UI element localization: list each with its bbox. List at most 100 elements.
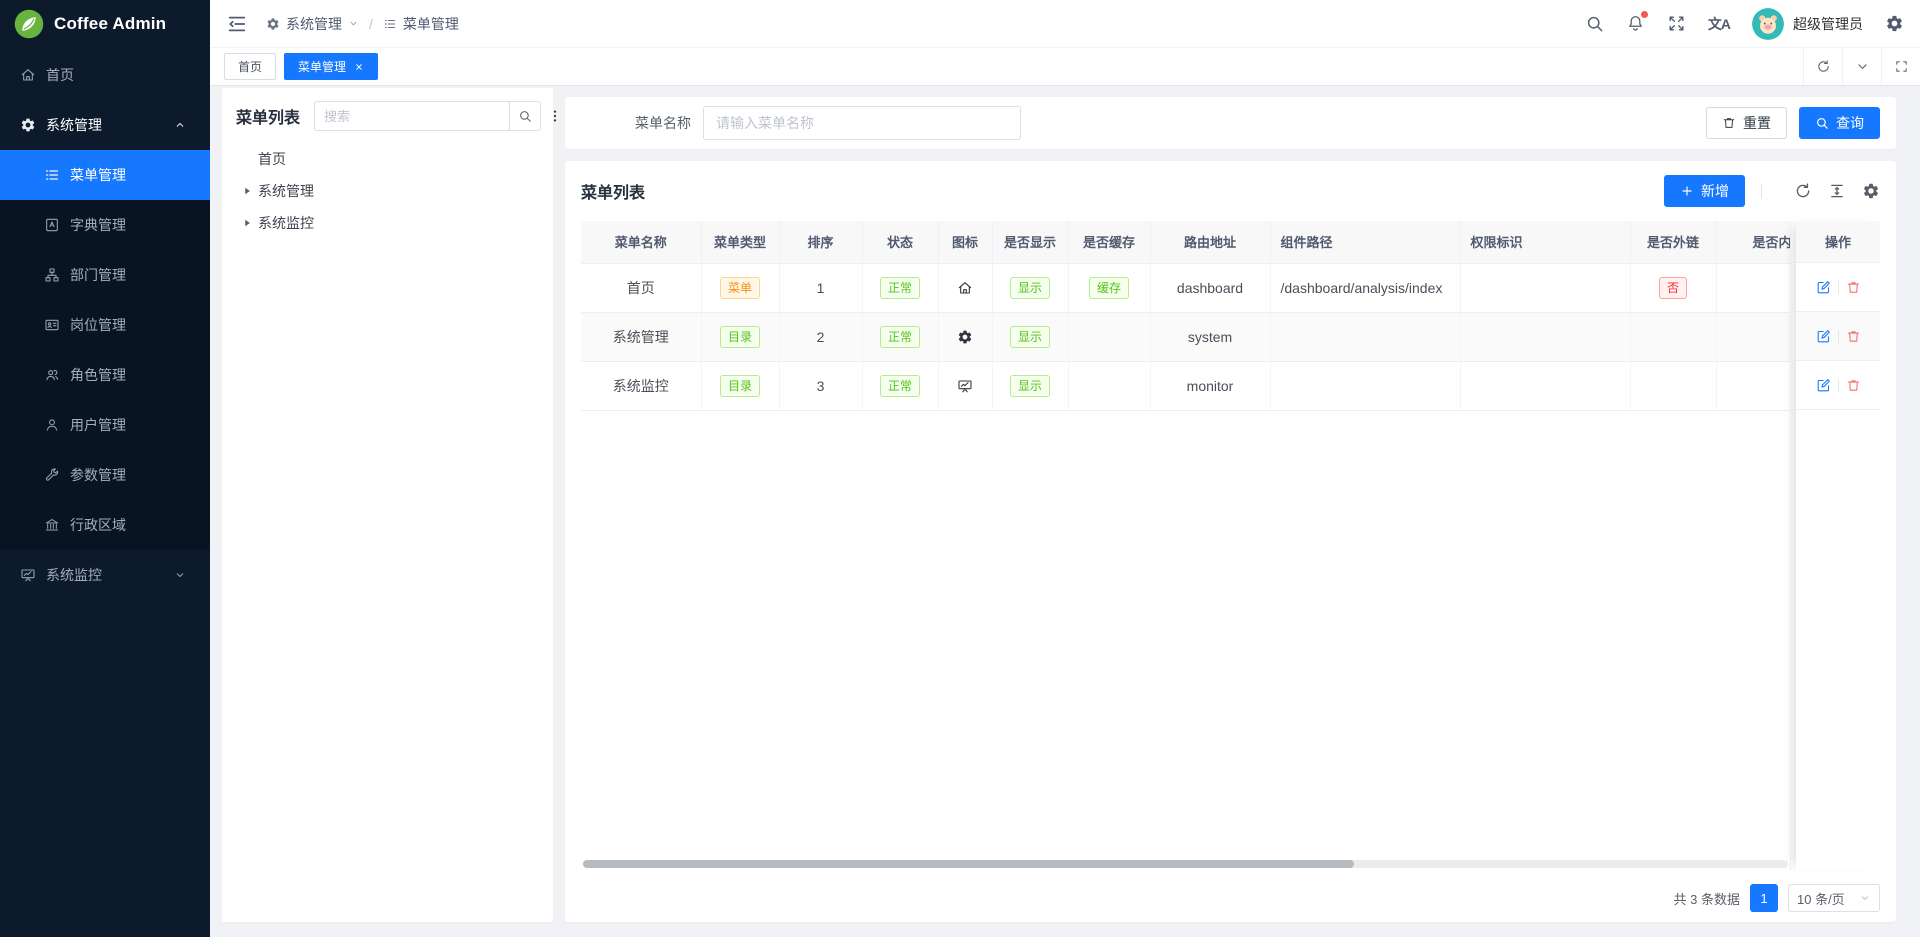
search-icon	[518, 109, 532, 123]
page-size-select[interactable]: 10 条/页	[1788, 884, 1880, 912]
sidebar-item-label: 首页	[46, 65, 74, 85]
edit-icon[interactable]	[1816, 378, 1831, 393]
table-cell: 否	[1630, 263, 1716, 312]
status-tag: 否	[1659, 277, 1687, 299]
page-size-value: 10 条/页	[1797, 889, 1845, 908]
add-button-label: 新增	[1701, 181, 1729, 201]
menu-tree: 首页系统管理系统监控	[222, 141, 553, 241]
status-tag: 目录	[720, 326, 760, 348]
sidebar-item[interactable]: 系统监控	[0, 550, 210, 600]
delete-trash-icon[interactable]	[1846, 378, 1861, 393]
app-title: Coffee Admin	[54, 14, 166, 34]
tree-search-input[interactable]	[314, 101, 509, 131]
sidebar-subitem-label: 字典管理	[70, 215, 126, 235]
edit-icon[interactable]	[1816, 329, 1831, 344]
sidebar-subitem-label: 行政区域	[70, 515, 126, 535]
table-cell: 系统监控	[581, 361, 701, 410]
caret-right-icon[interactable]	[240, 184, 254, 198]
menu-name-input[interactable]	[703, 106, 1021, 140]
table-cell	[938, 312, 992, 361]
status-tag: 显示	[1010, 375, 1050, 397]
table-cell: 目录	[701, 361, 779, 410]
column-header: 图标	[938, 221, 992, 263]
menu-table-card: 菜单列表 新增 菜单名称菜单类型排序状态图标是否显示是否缓存路由地址组件路径权限…	[565, 161, 1896, 922]
tree-more-kebab-icon[interactable]	[547, 101, 563, 131]
table-cell: 系统管理	[581, 312, 701, 361]
tree-search-button[interactable]	[509, 101, 541, 131]
sidebar-subitem[interactable]: 岗位管理	[0, 300, 210, 350]
edit-icon[interactable]	[1816, 280, 1831, 295]
translate-icon[interactable]: 文A	[1708, 14, 1730, 34]
bank-icon	[44, 517, 60, 533]
query-actions: 重置 查询	[1706, 107, 1880, 139]
tab-options-chevron-icon[interactable]	[1842, 48, 1881, 85]
dict-icon	[44, 217, 60, 233]
table-header-row: 菜单名称菜单类型排序状态图标是否显示是否缓存路由地址组件路径权限标识是否外链是否…	[581, 221, 1790, 263]
table-row: 首页菜单1正常显示缓存dashboard/dashboard/analysis/…	[581, 263, 1790, 312]
gear-icon	[20, 117, 36, 133]
delete-trash-icon[interactable]	[1846, 280, 1861, 295]
horizontal-scrollbar-thumb[interactable]	[583, 860, 1354, 868]
column-header: 是否内嵌	[1716, 221, 1790, 263]
table-cell: 缓存	[1068, 263, 1150, 312]
breadcrumb-label: 系统管理	[286, 14, 342, 34]
tab-tools	[1803, 48, 1920, 85]
table-cell: 3	[779, 361, 862, 410]
tab-close-icon[interactable]	[354, 62, 364, 72]
table-cell	[1460, 361, 1630, 410]
sidebar-subitem[interactable]: 行政区域	[0, 500, 210, 550]
column-header: 排序	[779, 221, 862, 263]
notifications-bell-icon[interactable]	[1626, 14, 1645, 33]
add-button[interactable]: 新增	[1664, 175, 1745, 207]
status-tag: 显示	[1010, 277, 1050, 299]
table-cell	[938, 263, 992, 312]
sidebar-subitem[interactable]: 参数管理	[0, 450, 210, 500]
search-icon[interactable]	[1585, 14, 1604, 33]
delete-trash-icon[interactable]	[1846, 329, 1861, 344]
collapse-sidebar-icon[interactable]	[226, 13, 248, 35]
caret-right-icon[interactable]	[240, 216, 254, 230]
column-header: 是否缓存	[1068, 221, 1150, 263]
table-row: 系统监控目录3正常显示monitor	[581, 361, 1790, 410]
menu-tree-panel: 菜单列表 首页系统管理系统监控	[222, 88, 553, 922]
operations-row	[1796, 263, 1880, 312]
table-cell: 正常	[862, 263, 938, 312]
table-cell	[1716, 312, 1790, 361]
home-icon	[20, 67, 36, 83]
page-number-button[interactable]: 1	[1750, 884, 1778, 912]
settings-gear-icon[interactable]	[1885, 14, 1904, 33]
sidebar-subitem[interactable]: 菜单管理	[0, 150, 210, 200]
column-settings-gear-icon[interactable]	[1862, 182, 1880, 200]
search-button[interactable]: 查询	[1799, 107, 1880, 139]
refresh-table-icon[interactable]	[1794, 182, 1812, 200]
reset-button[interactable]: 重置	[1706, 107, 1787, 139]
tree-node[interactable]: 系统监控	[228, 207, 547, 239]
tree-node-label: 首页	[258, 149, 286, 169]
idcard-icon	[44, 317, 60, 333]
table-cell: system	[1150, 312, 1270, 361]
table-cell	[1270, 312, 1460, 361]
refresh-page-icon[interactable]	[1803, 48, 1842, 85]
breadcrumb-item[interactable]: 菜单管理	[383, 14, 459, 34]
sidebar-subitem[interactable]: 用户管理	[0, 400, 210, 450]
table-cell	[1270, 361, 1460, 410]
tree-node[interactable]: 首页	[228, 143, 547, 175]
sidebar-item[interactable]: 首页	[0, 50, 210, 100]
tree-node[interactable]: 系统管理	[228, 175, 547, 207]
user-menu[interactable]: 超级管理员	[1752, 8, 1863, 40]
tab[interactable]: 首页	[224, 53, 276, 80]
row-density-icon[interactable]	[1828, 182, 1846, 200]
sidebar-subitem[interactable]: 角色管理	[0, 350, 210, 400]
breadcrumb-label: 菜单管理	[403, 14, 459, 34]
sidebar-item[interactable]: 系统管理	[0, 100, 210, 150]
maximize-content-icon[interactable]	[1881, 48, 1920, 85]
table-cell: 2	[779, 312, 862, 361]
sidebar-subitem[interactable]: 部门管理	[0, 250, 210, 300]
tab[interactable]: 菜单管理	[284, 53, 378, 80]
toolbar-divider	[1761, 184, 1762, 199]
sidebar-subitem[interactable]: 字典管理	[0, 200, 210, 250]
fullscreen-icon[interactable]	[1667, 14, 1686, 33]
breadcrumb-item[interactable]: 系统管理	[266, 14, 359, 34]
table-cell: dashboard	[1150, 263, 1270, 312]
reset-button-label: 重置	[1743, 113, 1771, 133]
